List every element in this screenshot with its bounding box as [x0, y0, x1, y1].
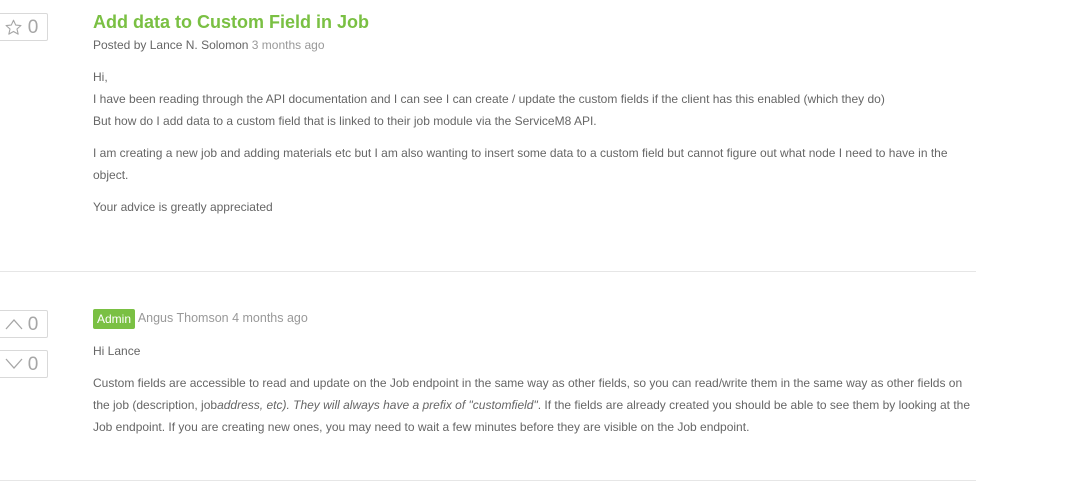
answer-text-emphasis: address, etc). They will always have a p… [217, 398, 538, 412]
upvote-button[interactable]: 0 [0, 310, 48, 338]
question-body: Hi, I have been reading through the API … [93, 66, 976, 218]
question-paragraph-3: Your advice is greatly appreciated [93, 200, 273, 214]
question-vote-button[interactable]: 0 [0, 13, 48, 41]
answer-paragraph: Custom fields are accessible to read and… [93, 372, 976, 438]
upvote-count: 0 [27, 313, 39, 335]
chevron-down-icon [4, 354, 24, 374]
downvote-button[interactable]: 0 [0, 350, 48, 378]
question-meta: Posted by Lance N. Solomon 3 months ago [93, 36, 976, 54]
answer-greeting: Hi Lance [93, 344, 141, 358]
question-content: Add data to Custom Field in Job Posted b… [93, 11, 976, 228]
chevron-up-icon [4, 314, 24, 334]
question-paragraph-2: I am creating a new job and adding mater… [93, 146, 948, 182]
admin-badge: Admin [93, 308, 136, 329]
question-author[interactable]: Lance N. Solomon [150, 38, 249, 52]
question-title[interactable]: Add data to Custom Field in Job [93, 11, 976, 33]
answer-body: Hi Lance Custom fields are accessible to… [93, 340, 976, 438]
question-line-2: But how do I add data to a custom field … [93, 114, 597, 128]
posted-by-label: Posted by [93, 38, 147, 52]
answer-time: 4 months ago [232, 311, 308, 325]
question-time: 3 months ago [251, 38, 325, 52]
answer-post: 0 0 Admin Angus Thomson 4 months ago Hi … [0, 272, 976, 480]
downvote-count: 0 [27, 353, 39, 375]
question-post: 0 Add data to Custom Field in Job Posted… [0, 0, 976, 272]
question-greeting: Hi, [93, 70, 108, 84]
question-vote-count: 0 [27, 16, 39, 38]
post-divider-bottom [0, 480, 976, 481]
answer-content: Admin Angus Thomson 4 months ago Hi Lanc… [93, 307, 976, 448]
question-line-1: I have been reading through the API docu… [93, 92, 885, 106]
answer-author[interactable]: Angus Thomson [138, 311, 229, 325]
star-outline-icon [4, 17, 24, 37]
answer-meta: Admin Angus Thomson 4 months ago [93, 307, 976, 329]
